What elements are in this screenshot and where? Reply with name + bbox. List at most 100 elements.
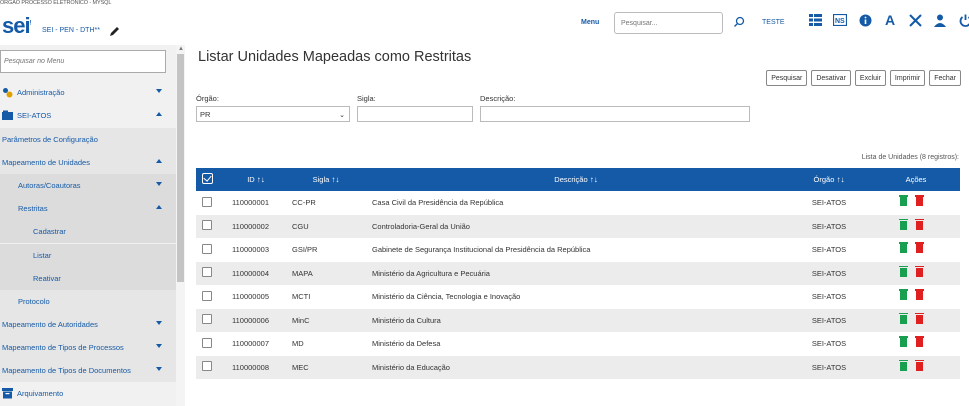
- select-all-checkbox[interactable]: [196, 168, 226, 191]
- orgao-select[interactable]: PR ⌄: [196, 106, 350, 122]
- desativar-icon[interactable]: [899, 195, 908, 207]
- descricao-label: Descrição:: [480, 94, 516, 103]
- sort-icon[interactable]: ↑↓: [331, 175, 339, 184]
- cell-acoes: [872, 309, 960, 333]
- power-icon[interactable]: [957, 12, 969, 28]
- sidebar-item-cadastrar[interactable]: Cadastrar: [0, 220, 176, 243]
- info-icon[interactable]: [857, 12, 873, 28]
- sort-icon[interactable]: ↑↓: [590, 175, 598, 184]
- descricao-input[interactable]: [480, 106, 750, 122]
- sidebar-item-label: Arquivamento: [17, 389, 64, 398]
- column-descricao[interactable]: Descrição ↑↓: [366, 168, 786, 191]
- sidebar-item-mapeamento-unidades[interactable]: Mapeamento de Unidades: [0, 151, 176, 174]
- chevron-up-icon: [156, 159, 162, 163]
- table-row[interactable]: 110000001 CC-PR Casa Civil da Presidência …: [196, 191, 960, 215]
- trash-icon[interactable]: [915, 218, 924, 230]
- chevron-down-icon: [156, 321, 162, 325]
- column-id[interactable]: ID ↑↓: [226, 168, 286, 191]
- trash-icon[interactable]: [915, 336, 924, 348]
- cell-orgao: SEI-ATOS: [811, 339, 847, 349]
- sidebar-item-parametros[interactable]: Parâmetros de Configuração: [0, 128, 176, 151]
- row-checkbox[interactable]: [196, 332, 226, 356]
- table-row[interactable]: 110000002 CGU Controladoria-Geral da União…: [196, 214, 960, 239]
- font-icon[interactable]: A: [882, 12, 898, 28]
- sidebar-item-mapeamento-tipos-documentos[interactable]: Mapeamento de Tipos de Documentos: [0, 359, 176, 382]
- cell-sigla: GSI/PR: [292, 245, 318, 255]
- sort-icon[interactable]: ↑↓: [257, 175, 265, 184]
- cell-descricao: Ministério da Cultura: [372, 315, 441, 325]
- cell-acoes: [872, 215, 960, 239]
- table-row[interactable]: 110000006 MinC Ministério da Cultura SEI-AT…: [196, 308, 960, 333]
- sidebar-item-mapeamento-autoridades[interactable]: Mapeamento de Autoridades: [0, 313, 176, 336]
- sidebar-item-label: Administração: [17, 88, 65, 97]
- imprimir-button[interactable]: Imprimir: [889, 70, 926, 86]
- ns-icon[interactable]: NS: [832, 12, 848, 28]
- row-checkbox[interactable]: [196, 356, 226, 380]
- tools-icon[interactable]: [907, 12, 923, 28]
- desativar-icon[interactable]: [899, 242, 908, 254]
- trash-icon[interactable]: [915, 242, 924, 254]
- sidebar-item-label: Mapeamento de Autoridades: [2, 320, 98, 329]
- row-checkbox[interactable]: [196, 215, 226, 239]
- pencil-icon[interactable]: [109, 25, 121, 37]
- org-units-label[interactable]: SEI - PEN - DTH**: [42, 27, 100, 34]
- grid-icon[interactable]: [807, 12, 823, 28]
- table-row[interactable]: 110000003 GSI/PR Gabinete de Segurança Ins…: [196, 238, 960, 262]
- sort-icon[interactable]: ↑↓: [836, 175, 844, 184]
- trash-icon[interactable]: [915, 265, 924, 277]
- sei-logo[interactable]: sei!: [2, 13, 32, 39]
- table-row[interactable]: 110000004 MAPA Ministério da Agricultura e…: [196, 261, 960, 286]
- desativar-icon[interactable]: [899, 336, 908, 348]
- excluir-button[interactable]: Excluir: [854, 70, 886, 86]
- orgao-label: Órgão:: [196, 94, 219, 103]
- desativar-icon[interactable]: [899, 218, 908, 230]
- pesquisar-button[interactable]: Pesquisar: [766, 70, 808, 86]
- units-table: ID ↑↓ Sigla ↑↓ Descrição ↑↓ Órgão ↑↓ Açõ…: [196, 168, 960, 379]
- sidebar-item-sei-atos[interactable]: SEI-ATOS: [0, 104, 176, 127]
- desativar-button[interactable]: Desativar: [811, 70, 851, 86]
- trash-icon[interactable]: [915, 289, 924, 301]
- sidebar-item-listar[interactable]: Listar: [0, 244, 176, 267]
- row-checkbox[interactable]: [196, 309, 226, 333]
- row-checkbox[interactable]: [196, 285, 226, 309]
- desativar-icon[interactable]: [899, 359, 908, 371]
- desativar-icon[interactable]: [899, 265, 908, 277]
- trash-icon[interactable]: [915, 359, 924, 371]
- sidebar-item-reativar[interactable]: Reativar: [0, 267, 176, 290]
- desativar-icon[interactable]: [899, 289, 908, 301]
- scroll-thumb[interactable]: [177, 54, 184, 282]
- table-row[interactable]: 110000007 MD Ministério da Defesa SEI-ATOS: [196, 332, 960, 356]
- search-input[interactable]: [614, 12, 723, 34]
- menu-toggle[interactable]: Menu: [581, 19, 599, 26]
- search-icon[interactable]: [733, 16, 745, 28]
- sidebar-search-input[interactable]: [0, 50, 166, 73]
- table-row[interactable]: 110000005 MCTI Ministério da Ciência, Tecn…: [196, 285, 960, 309]
- archive-icon: [2, 388, 13, 399]
- row-checkbox[interactable]: [196, 191, 226, 215]
- column-label: Descrição: [554, 175, 588, 184]
- scroll-up-arrow[interactable]: ▲: [178, 46, 184, 52]
- fechar-button[interactable]: Fechar: [929, 70, 961, 86]
- row-checkbox[interactable]: [196, 238, 226, 262]
- user-label[interactable]: TESTE: [762, 19, 785, 26]
- row-checkbox[interactable]: [196, 262, 226, 286]
- table-row[interactable]: 110000008 MEC Ministério da Educação SEI-AT…: [196, 355, 960, 380]
- sidebar-item-protocolo[interactable]: Protocolo: [0, 290, 176, 313]
- column-sigla[interactable]: Sigla ↑↓: [286, 168, 366, 191]
- sidebar-item-arquivamento[interactable]: Arquivamento: [0, 382, 176, 405]
- desativar-icon[interactable]: [899, 312, 908, 324]
- sidebar-item-label: Autoras/Coautoras: [18, 181, 81, 190]
- sigla-input[interactable]: [357, 106, 473, 122]
- column-orgao[interactable]: Órgão ↑↓: [786, 168, 872, 191]
- chevron-down-icon: [156, 89, 162, 93]
- trash-icon[interactable]: [915, 312, 924, 324]
- sigla-label: Sigla:: [357, 94, 376, 103]
- cell-id: 110000001: [232, 198, 269, 208]
- trash-icon[interactable]: [915, 195, 924, 207]
- cell-orgao: SEI-ATOS: [811, 292, 847, 302]
- sidebar-item-mapeamento-tipos-processos[interactable]: Mapeamento de Tipos de Processos: [0, 336, 176, 359]
- sidebar-item-administracao[interactable]: Administração: [0, 81, 176, 104]
- user-icon[interactable]: [932, 12, 948, 28]
- sidebar-item-autoras[interactable]: Autoras/Coautoras: [0, 174, 176, 197]
- sidebar-item-restritas[interactable]: Restritas: [0, 197, 176, 220]
